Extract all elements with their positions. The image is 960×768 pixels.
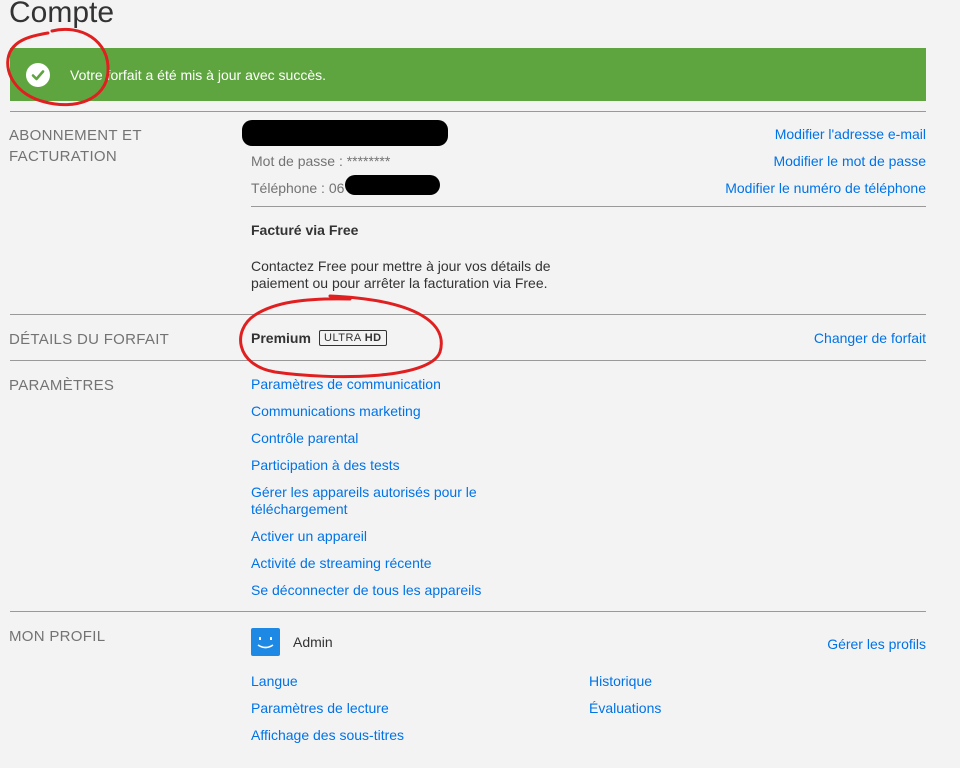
download-devices-link-line[interactable]: Gérer les appareils autorisés pour le (251, 484, 477, 501)
section-label-line: ABONNEMENT ET (9, 127, 142, 144)
page-title: Compte (9, 0, 115, 29)
redacted-email (242, 120, 448, 146)
profile-name: Admin (293, 634, 333, 650)
edit-email-link[interactable]: Modifier l'adresse e-mail (775, 126, 926, 142)
divider (251, 206, 926, 207)
marketing-communications-link[interactable]: Communications marketing (251, 403, 421, 419)
recent-streaming-activity-link[interactable]: Activité de streaming récente (251, 555, 432, 571)
section-label-profile: MON PROFIL (9, 628, 106, 645)
phone-label: Téléphone : 06 (251, 180, 345, 196)
billing-note-line: Contactez Free pour mettre à jour vos dé… (251, 258, 551, 274)
avatar[interactable] (251, 628, 280, 656)
section-label-membership: ABONNEMENT ET FACTURATION (9, 125, 142, 167)
section-label-line: FACTURATION (9, 148, 118, 165)
red-annotation-overlay (6, 28, 443, 379)
smiley-avatar-icon (257, 637, 274, 649)
divider (10, 314, 926, 315)
plan-name: Premium (251, 330, 311, 346)
language-link[interactable]: Langue (251, 673, 298, 689)
subtitle-appearance-link[interactable]: Affichage des sous-titres (251, 727, 404, 743)
ultra-hd-badge: ULTRA HD (319, 330, 387, 346)
sign-out-all-devices-link[interactable]: Se déconnecter de tous les appareils (251, 582, 481, 598)
communication-settings-link[interactable]: Paramètres de communication (251, 376, 441, 392)
activate-device-link[interactable]: Activer un appareil (251, 528, 367, 544)
viewing-history-link[interactable]: Historique (589, 673, 652, 689)
test-participation-link[interactable]: Participation à des tests (251, 457, 400, 473)
download-devices-link[interactable]: Gérer les appareils autorisés pour le té… (251, 484, 477, 518)
edit-phone-link[interactable]: Modifier le numéro de téléphone (725, 180, 926, 196)
divider (10, 611, 926, 612)
edit-password-link[interactable]: Modifier le mot de passe (773, 153, 926, 169)
playback-settings-link[interactable]: Paramètres de lecture (251, 700, 389, 716)
manage-profiles-link[interactable]: Gérer les profils (827, 636, 926, 652)
badge-hd-text: HD (364, 332, 382, 344)
download-devices-link-line[interactable]: téléchargement (251, 501, 477, 518)
section-label-settings: PARAMÈTRES (9, 377, 115, 394)
password-label: Mot de passe : ******** (251, 153, 391, 169)
billing-note-line: paiement ou pour arrêter la facturation … (251, 275, 548, 291)
change-plan-link[interactable]: Changer de forfait (814, 330, 926, 346)
billed-via-label: Facturé via Free (251, 222, 359, 238)
section-label-plan: DÉTAILS DU FORFAIT (9, 331, 170, 348)
check-circle-icon (26, 62, 50, 87)
badge-ultra-text: ULTRA (324, 332, 362, 344)
success-message: Votre forfait a été mis à jour avec succ… (70, 66, 327, 83)
redacted-phone (345, 175, 440, 195)
success-banner: Votre forfait a été mis à jour avec succ… (10, 48, 926, 101)
divider (10, 360, 926, 361)
parental-controls-link[interactable]: Contrôle parental (251, 430, 358, 446)
ratings-link[interactable]: Évaluations (589, 700, 661, 716)
divider (10, 111, 926, 112)
